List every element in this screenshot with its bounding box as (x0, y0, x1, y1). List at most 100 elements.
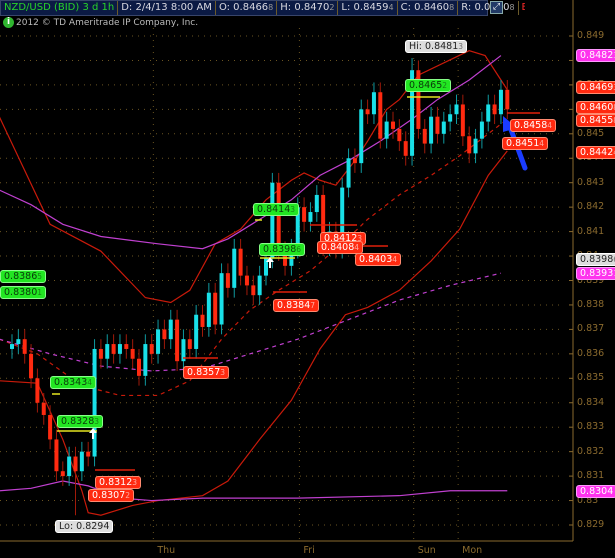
candle-body (41, 402, 46, 415)
candle-body (346, 158, 351, 188)
candle-body (130, 348, 135, 359)
candle-body (454, 104, 459, 115)
candle-body (391, 121, 395, 129)
y-tick-label: 0.849 (577, 30, 605, 41)
candle-body (371, 92, 376, 115)
y-tick-label: 0.834 (577, 396, 605, 408)
price-label: 0.84652 (405, 79, 452, 92)
candle-body (308, 212, 313, 222)
candle-body (98, 348, 103, 359)
price-label-value: 0.8458 (514, 120, 548, 131)
price-label-value: 0.8465 (409, 80, 443, 91)
candle-body (467, 136, 472, 154)
candle-body (352, 158, 357, 164)
candle-body (187, 339, 192, 349)
price-label-value: Hi: 0.8481 (409, 41, 459, 52)
axis-price-pin: 0.84693 (576, 80, 615, 94)
price-chart[interactable] (0, 0, 615, 558)
candle-body (225, 273, 230, 288)
price-label-value: Lo: 0.8294 (59, 521, 110, 532)
candle-body (314, 194, 319, 213)
price-label-subdigit: 5 (37, 272, 43, 281)
price-label-subdigit: 3 (94, 417, 100, 426)
price-label-subdigit: 3 (290, 205, 296, 214)
y-tick-label: 0.833 (577, 421, 605, 433)
price-label: 0.84143 (253, 203, 300, 216)
y-tick-label: 0.837 (577, 323, 605, 335)
y-tick-label: 0.829 (577, 519, 605, 530)
y-tick-label: 0.843 (577, 176, 605, 188)
candle-body (219, 273, 224, 325)
candle-body (156, 329, 161, 354)
price-label: 0.84584 (510, 119, 557, 132)
indicator-line (0, 272, 502, 372)
pin-value: 0.8393 (580, 267, 614, 279)
price-label-value: 0.8307 (92, 490, 126, 501)
candle-body (143, 344, 148, 376)
candle-body (397, 128, 402, 142)
candle-body (10, 344, 14, 349)
price-label-value: 0.8343 (54, 377, 88, 388)
pin-value: 0.8482 (580, 49, 614, 61)
price-label-subdigit: 4 (547, 121, 553, 130)
candle-body (384, 121, 389, 139)
price-label: Lo: 0.8294 (55, 520, 114, 533)
price-label-value: 0.8451 (506, 138, 540, 149)
candle-body (149, 344, 154, 354)
price-label: 0.83986 (259, 243, 306, 256)
axis-price-pin: 0.83986 (576, 253, 615, 267)
price-label: 0.84084 (317, 241, 364, 254)
x-tick-label: Fri (303, 545, 315, 556)
candle-body (206, 292, 211, 327)
x-tick-label: Sun (417, 545, 436, 556)
pin-value: 0.8460 (580, 102, 614, 114)
indicator-line (0, 118, 508, 397)
candle-body (92, 348, 97, 457)
candle-body (448, 114, 453, 122)
candle-body (422, 128, 427, 144)
price-label-subdigit: 3 (132, 478, 138, 487)
candle-body (29, 353, 34, 379)
candle-body (73, 456, 78, 472)
price-label-value: 0.8384 (277, 300, 311, 311)
candle-body (124, 344, 129, 349)
pin-value: 0.8469 (580, 81, 614, 93)
axis-price-pin: 0.84823 (576, 48, 615, 62)
candle-body (302, 207, 307, 222)
price-label-subdigit: 4 (392, 255, 398, 264)
price-label: 0.83801 (0, 286, 47, 299)
pin-value: 0.8442 (580, 147, 614, 159)
candle-body (359, 109, 364, 164)
price-label: Hi: 0.84813 (405, 40, 468, 53)
price-label: 0.83072 (88, 489, 135, 502)
price-label-subdigit: 4 (539, 139, 545, 148)
candle-body (244, 275, 249, 286)
price-label-subdigit: 6 (296, 245, 302, 254)
candle-body (117, 344, 122, 354)
candle-body (460, 104, 465, 137)
price-label-value: 0.8328 (61, 416, 95, 427)
price-label: 0.83847 (273, 299, 320, 312)
candle-body (137, 358, 141, 376)
price-label-subdigit: 2 (442, 81, 448, 90)
price-label-value: 0.8380 (4, 287, 38, 298)
candle-body (429, 116, 434, 144)
candle-body (492, 104, 497, 115)
price-label: 0.83283 (57, 415, 104, 428)
y-tick-label: 0.838 (577, 298, 605, 310)
y-tick-label: 0.836 (577, 347, 605, 359)
price-label-value: 0.8414 (257, 204, 291, 215)
candle-body (403, 141, 408, 156)
candle-body (54, 439, 59, 472)
x-tick-label: Thu (157, 545, 176, 556)
y-tick-label: 0.842 (577, 201, 605, 213)
price-label-value: 0.8312 (99, 477, 133, 488)
price-label: 0.83573 (183, 366, 230, 379)
candle-body (435, 116, 440, 134)
candle-body (378, 92, 383, 139)
price-label: 0.84514 (502, 137, 549, 150)
candle-body (238, 248, 243, 276)
candle-body (162, 329, 167, 340)
pin-value: 0.8304 (580, 485, 614, 497)
axis-price-pin: 0.8304 (576, 484, 615, 498)
